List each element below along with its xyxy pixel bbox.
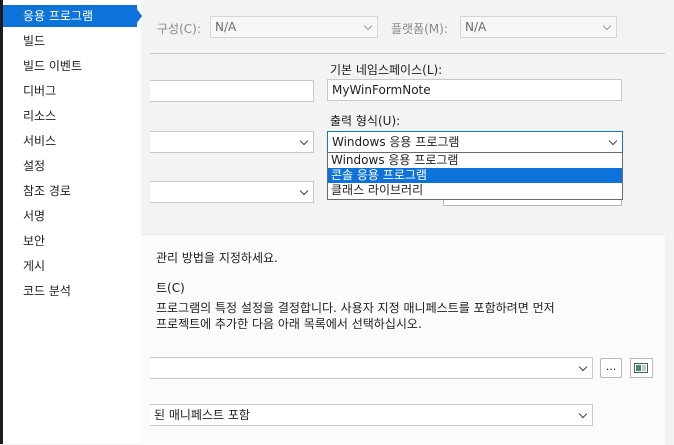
manifest-select-value: 된 매니페스트 포함: [154, 408, 250, 422]
sidebar-item-label: 리소스: [23, 109, 57, 123]
resources-desc: 관리 방법을 지정하세요.: [156, 251, 278, 265]
output-option-class-library[interactable]: 클래스 라이브러리: [328, 183, 622, 198]
platform-label: 플랫폼(M):: [391, 22, 448, 36]
sidebar-item-label: 참조 경로: [23, 184, 71, 198]
output-type-label: 출력 형식(U):: [330, 114, 401, 128]
sidebar-item-application[interactable]: 응용 프로그램: [3, 5, 137, 27]
manifest-heading: 트(C): [156, 281, 185, 295]
chevron-down-icon: [578, 409, 588, 419]
config-label: 구성(C):: [157, 22, 201, 36]
namespace-label: 기본 네임스페이스(L):: [330, 63, 443, 77]
manifest-select[interactable]: 된 매니페스트 포함: [150, 404, 593, 426]
config-select-value: N/A: [215, 20, 237, 34]
sidebar-item-debug[interactable]: 디버그: [3, 80, 56, 102]
sidebar-item-reference-paths[interactable]: 참조 경로: [3, 180, 71, 202]
sidebar-item-label: 보안: [23, 234, 46, 248]
output-type-dropdown: Windows 응용 프로그램 콘솔 응용 프로그램 클래스 라이브러리: [327, 152, 623, 200]
header-divider: [150, 53, 665, 54]
chevron-down-icon: [608, 136, 618, 146]
sidebar-item-settings[interactable]: 설정: [3, 155, 45, 177]
chevron-down-icon: [299, 136, 309, 146]
sidebar-item-publish[interactable]: 게시: [3, 255, 45, 277]
sidebar-item-build[interactable]: 빌드: [3, 30, 45, 52]
sidebar-item-label: 서명: [23, 209, 46, 223]
namespace-input[interactable]: MyWinFormNote: [327, 79, 622, 101]
config-select[interactable]: N/A: [210, 16, 378, 38]
selected-item-arrow: [134, 5, 142, 27]
sidebar-item-label: 빌드 이벤트: [23, 59, 83, 73]
sidebar-item-build-events[interactable]: 빌드 이벤트: [3, 55, 82, 77]
sidebar-item-resources[interactable]: 리소스: [3, 105, 56, 127]
sidebar-item-label: 서비스: [23, 134, 57, 148]
target-framework-select[interactable]: [150, 131, 314, 153]
chevron-down-icon: [578, 362, 588, 372]
icon-select[interactable]: [150, 357, 593, 379]
output-type-value: Windows 응용 프로그램: [332, 135, 460, 149]
assembly-name-input[interactable]: [150, 80, 314, 102]
platform-select[interactable]: N/A: [460, 16, 617, 38]
image-icon: [634, 363, 648, 373]
sidebar-item-label: 코드 분석: [23, 284, 71, 298]
icon-preview-button[interactable]: [630, 358, 653, 378]
chevron-down-icon: [363, 21, 373, 31]
sidebar-item-label: 설정: [23, 159, 46, 173]
startup-object-select[interactable]: [150, 181, 314, 203]
output-type-select[interactable]: Windows 응용 프로그램: [327, 131, 623, 153]
sidebar-item-label: 디버그: [23, 84, 57, 98]
sidebar-item-label: 빌드: [23, 34, 46, 48]
output-option-console[interactable]: 콘솔 응용 프로그램: [328, 168, 622, 183]
chevron-down-icon: [602, 21, 612, 31]
sidebar-item-signing[interactable]: 서명: [3, 205, 45, 227]
browse-button[interactable]: ...: [600, 358, 622, 378]
namespace-value: MyWinFormNote: [332, 83, 431, 97]
sidebar: 응용 프로그램 빌드 빌드 이벤트 디버그 리소스 서비스 설정 참조 경로 서…: [3, 0, 141, 444]
manifest-desc-2: 프로젝트에 추가한 다음 아래 목록에서 선택하십시오.: [156, 317, 422, 331]
sidebar-item-security[interactable]: 보안: [3, 230, 45, 252]
sidebar-item-label: 게시: [23, 259, 46, 273]
sidebar-item-services[interactable]: 서비스: [3, 130, 56, 152]
platform-select-value: N/A: [465, 20, 487, 34]
sidebar-item-label: 응용 프로그램: [23, 9, 94, 23]
sidebar-item-code-analysis[interactable]: 코드 분석: [3, 280, 71, 302]
chevron-down-icon: [299, 186, 309, 196]
output-option-windows[interactable]: Windows 응용 프로그램: [328, 153, 622, 168]
manifest-desc-1: 프로그램의 특정 설정을 결정합니다. 사용자 지정 매니페스트를 포함하려면 …: [156, 301, 555, 315]
